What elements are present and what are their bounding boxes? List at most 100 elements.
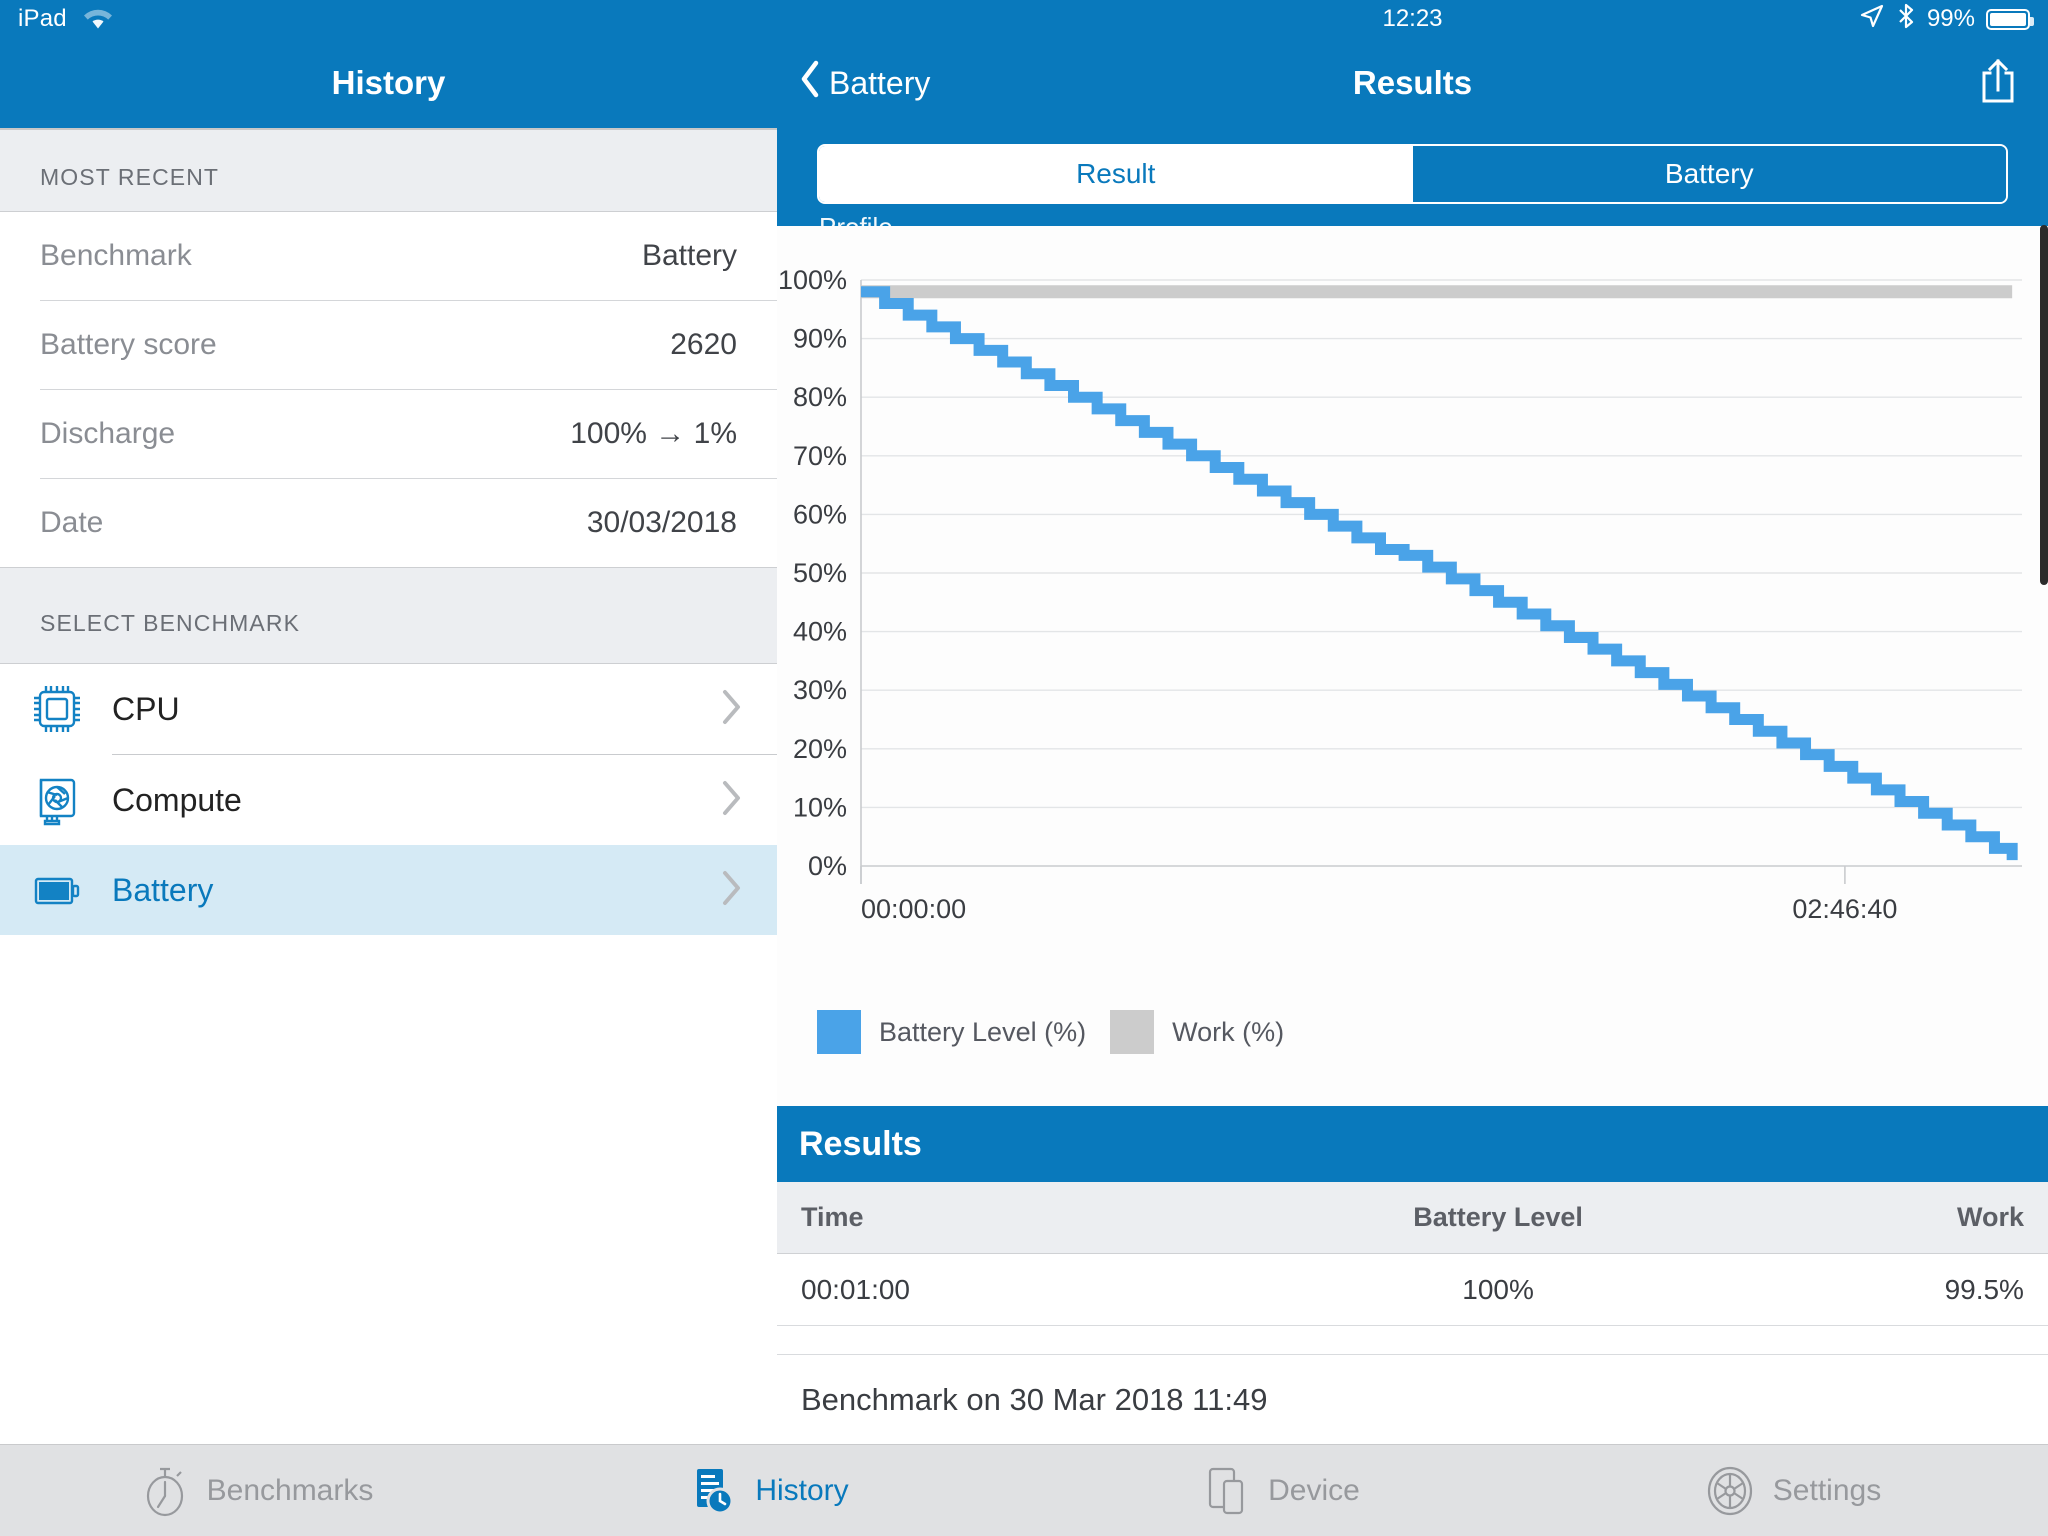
- history-document-clock-icon: [687, 1463, 739, 1519]
- cell-battery-level: 100%: [1462, 1273, 1534, 1305]
- svg-text:0%: 0%: [808, 851, 847, 881]
- gpu-compute-icon: [26, 769, 88, 831]
- battery-chart-card: 100% 90% 80% 70% 60% 50% 40% 30% 20% 10% 0% 00:00:0…: [777, 226, 2048, 1106]
- section-header-select-benchmark: SELECT BENCHMARK: [0, 568, 777, 663]
- segmented-control[interactable]: Result Battery: [817, 144, 2008, 204]
- legend-item-work: Work (%): [1110, 1010, 1284, 1054]
- cell-time: 00:01:00: [801, 1273, 910, 1305]
- results-table-header: Time Battery Level Work: [777, 1182, 2048, 1254]
- status-battery-percent: 99%: [1926, 5, 1975, 32]
- svg-text:50%: 50%: [793, 558, 847, 588]
- battery-discharge-chart: 100% 90% 80% 70% 60% 50% 40% 30% 20% 10% 0% 00:00:0…: [778, 265, 2022, 924]
- left-nav-bar: History: [0, 38, 777, 128]
- tab-label: Settings: [1772, 1473, 1882, 1507]
- most-recent-list: Benchmark Battery Battery score 2620 Dis…: [0, 211, 777, 568]
- battery-icon: [26, 859, 88, 921]
- stopwatch-icon: [139, 1463, 191, 1519]
- cell-work: 99.5%: [1944, 1273, 2024, 1305]
- back-button-label: Battery: [829, 64, 931, 101]
- chevron-right-icon: [721, 779, 743, 822]
- row-label: Date: [40, 506, 104, 539]
- status-device-label: iPad: [18, 5, 67, 32]
- table-row[interactable]: 00:01:00 100% 99.5%: [777, 1254, 2048, 1326]
- sidebar-item-label: Compute: [112, 781, 242, 818]
- page-title: History: [331, 64, 446, 101]
- share-icon: [1978, 57, 2018, 110]
- right-panel: 12:23 99% Battery Results Result Battery…: [777, 0, 2048, 1444]
- tab-label: History: [755, 1473, 849, 1507]
- legend-item-battery: Battery Level (%): [817, 1010, 1086, 1054]
- tab-label: Benchmarks: [206, 1473, 374, 1507]
- svg-text:20%: 20%: [793, 734, 847, 764]
- tab-benchmarks[interactable]: Benchmarks: [0, 1445, 512, 1536]
- row-label: Battery score: [40, 328, 217, 361]
- tab-bar: Benchmarks History Device Settings: [0, 1444, 2048, 1536]
- svg-text:00:00:00: 00:00:00: [861, 894, 966, 924]
- column-header-work: Work: [1956, 1202, 2024, 1232]
- row-value: Battery: [641, 239, 737, 272]
- tab-label: Device: [1268, 1473, 1360, 1507]
- vertical-scrollbar[interactable]: [2040, 225, 2048, 585]
- chevron-right-icon: [721, 688, 743, 731]
- back-button[interactable]: Battery: [799, 59, 930, 107]
- sidebar-item-battery[interactable]: Battery: [0, 845, 777, 935]
- chevron-left-icon: [799, 59, 821, 107]
- list-item[interactable]: Battery score 2620: [0, 301, 777, 389]
- svg-text:100%: 100%: [778, 265, 847, 295]
- segmented-control-wrap: Result Battery Profile: [777, 128, 2048, 228]
- benchmark-timestamp-note: Benchmark on 30 Mar 2018 11:49: [777, 1354, 2048, 1444]
- row-value: 30/03/2018: [586, 506, 737, 539]
- results-title: Results: [1352, 64, 1473, 101]
- tab-battery[interactable]: Battery: [1412, 146, 2006, 202]
- column-header-time: Time: [801, 1202, 864, 1232]
- left-status-bar: iPad: [0, 0, 777, 38]
- app-screen: iPad History MOST RECENT Benchmark Batte…: [0, 0, 2048, 1536]
- svg-text:90%: 90%: [793, 324, 847, 354]
- svg-text:30%: 30%: [793, 675, 847, 705]
- sidebar-item-label: CPU: [112, 690, 180, 727]
- section-header-most-recent: MOST RECENT: [0, 130, 777, 211]
- share-button[interactable]: [1978, 57, 2018, 110]
- right-status-bar: 12:23 99%: [777, 0, 2048, 38]
- sidebar-item-label: Battery: [112, 871, 214, 908]
- gear-icon: [1703, 1463, 1757, 1519]
- column-header-battery-level: Battery Level: [1413, 1202, 1583, 1232]
- tab-result[interactable]: Result: [819, 146, 1413, 202]
- legend-label: Work (%): [1172, 1016, 1285, 1047]
- wifi-icon: [81, 6, 115, 32]
- battery-status-icon: [1986, 8, 2034, 30]
- chevron-right-icon: [721, 869, 743, 912]
- row-value: 100% → 1%: [570, 417, 737, 450]
- svg-text:02:46:40: 02:46:40: [1792, 894, 1897, 924]
- sidebar-item-cpu[interactable]: CPU: [0, 664, 777, 754]
- legend-swatch-battery: [817, 1010, 861, 1054]
- tab-device[interactable]: Device: [1024, 1445, 1536, 1536]
- left-panel: iPad History MOST RECENT Benchmark Batte…: [0, 0, 777, 1444]
- list-item[interactable]: Date 30/03/2018: [0, 479, 777, 567]
- sidebar-item-compute[interactable]: Compute: [0, 755, 777, 845]
- list-item[interactable]: Benchmark Battery: [0, 212, 777, 300]
- list-item[interactable]: Discharge 100% → 1%: [0, 390, 777, 478]
- svg-text:80%: 80%: [793, 382, 847, 412]
- status-time: 12:23: [1382, 5, 1443, 32]
- tab-settings[interactable]: Settings: [1536, 1445, 2048, 1536]
- row-label: Benchmark: [40, 239, 192, 272]
- benchmark-list: CPU Compute Battery: [0, 663, 777, 935]
- legend-swatch-work: [1110, 1010, 1155, 1054]
- svg-text:60%: 60%: [793, 499, 847, 529]
- row-value: 2620: [670, 328, 737, 361]
- status-right-group: 99%: [1859, 0, 2034, 38]
- cpu-chip-icon: [26, 678, 88, 740]
- svg-text:40%: 40%: [793, 617, 847, 647]
- bluetooth-icon: [1896, 2, 1916, 37]
- chart-legend: Battery Level (%) Work (%): [817, 1010, 1284, 1054]
- legend-label: Battery Level (%): [879, 1016, 1087, 1047]
- results-section-header: Results: [777, 1106, 2048, 1182]
- device-icon: [1200, 1463, 1252, 1519]
- svg-text:70%: 70%: [793, 441, 847, 471]
- right-nav-bar: Battery Results: [777, 38, 2048, 128]
- row-label: Discharge: [40, 417, 176, 450]
- tab-history[interactable]: History: [512, 1445, 1024, 1536]
- svg-text:10%: 10%: [793, 792, 847, 822]
- location-arrow-icon: [1859, 3, 1885, 36]
